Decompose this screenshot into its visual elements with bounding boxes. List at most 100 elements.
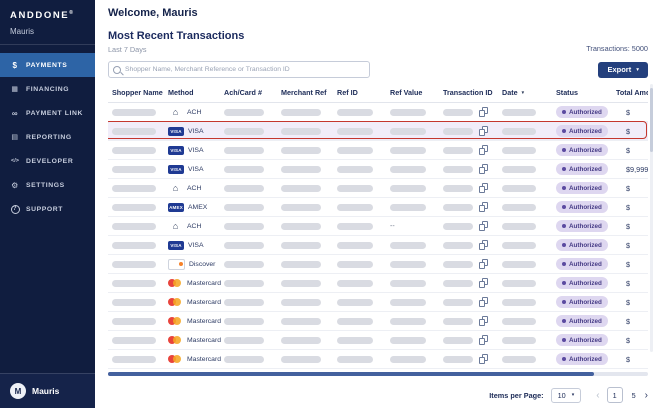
- copy-icon[interactable]: [479, 259, 488, 269]
- search-box[interactable]: [108, 61, 370, 78]
- column-header-shopper-name[interactable]: Shopper Name: [108, 88, 164, 97]
- transaction-id-placeholder: [443, 337, 473, 344]
- table-row[interactable]: ACH -- Authorized $: [108, 217, 648, 236]
- status-badge: Authorized: [556, 201, 608, 213]
- copy-icon[interactable]: [479, 240, 488, 250]
- sidebar-item-settings[interactable]: SETTINGS: [0, 173, 95, 197]
- status-badge: Authorized: [556, 315, 608, 327]
- column-header-method[interactable]: Method: [164, 88, 220, 97]
- column-header-date[interactable]: Date▼: [498, 88, 552, 97]
- column-header-label: Ach/Card #: [224, 88, 262, 97]
- prev-page-button[interactable]: ‹: [596, 390, 599, 401]
- ref-value-placeholder: [390, 337, 426, 344]
- date-placeholder: [502, 223, 536, 230]
- transaction-id-placeholder: [443, 318, 473, 325]
- table-row[interactable]: Mastercard Authorized $: [108, 293, 648, 312]
- sidebar-item-label: PAYMENTS: [26, 62, 67, 69]
- export-button[interactable]: Export ▾: [598, 62, 648, 78]
- ref-id-placeholder: [337, 356, 373, 363]
- method-label: ACH: [187, 109, 201, 116]
- ref-id-placeholder: [337, 261, 373, 268]
- column-header-ref-value[interactable]: Ref Value: [386, 88, 439, 97]
- column-header-label: Method: [168, 88, 194, 97]
- copy-icon[interactable]: [479, 297, 488, 307]
- amount-cell: $: [612, 184, 648, 193]
- status-dot-icon: [562, 262, 566, 266]
- column-header-ref-id[interactable]: Ref ID: [333, 88, 386, 97]
- table-row[interactable]: Mastercard Authorized $: [108, 350, 648, 369]
- status-dot-icon: [562, 224, 566, 228]
- pagination-bar: Items per Page: 10 ▾ ‹ 1 5 ›: [108, 387, 648, 403]
- copy-icon[interactable]: [479, 278, 488, 288]
- table-row[interactable]: Mastercard Authorized $: [108, 331, 648, 350]
- ref-id-placeholder: [337, 242, 373, 249]
- column-header-transaction-id[interactable]: Transaction ID: [439, 88, 498, 97]
- copy-icon[interactable]: [479, 335, 488, 345]
- table-row[interactable]: VISAVISA Authorized $: [108, 141, 648, 160]
- copy-icon[interactable]: [479, 221, 488, 231]
- table-row[interactable]: VISAVISA Authorized $: [108, 122, 648, 141]
- date-filter-caret-icon[interactable]: ▼: [521, 90, 525, 95]
- sidebar-user[interactable]: M Mauris: [0, 373, 95, 408]
- shopper-name-placeholder: [112, 318, 156, 325]
- copy-icon[interactable]: [479, 354, 488, 364]
- table-row[interactable]: ACH Authorized $: [108, 179, 648, 198]
- column-header-status[interactable]: Status: [552, 88, 612, 97]
- chevron-down-icon: ▾: [572, 392, 575, 398]
- vertical-scrollbar[interactable]: [650, 84, 653, 352]
- table-row[interactable]: VISAVISA Authorized $: [108, 236, 648, 255]
- brand-logo: ANDDONE®: [0, 0, 95, 21]
- page-1-button[interactable]: 1: [607, 387, 623, 403]
- copy-icon[interactable]: [479, 202, 488, 212]
- copy-icon[interactable]: [479, 164, 488, 174]
- items-per-page-label: Items per Page:: [489, 391, 543, 400]
- card-number-placeholder: [224, 356, 264, 363]
- transaction-id-placeholder: [443, 242, 473, 249]
- status-text: Authorized: [569, 185, 602, 192]
- payments-icon: [10, 61, 20, 70]
- table-row[interactable]: Mastercard Authorized $: [108, 274, 648, 293]
- page-5-button[interactable]: 5: [630, 391, 638, 400]
- status-badge: Authorized: [556, 239, 608, 251]
- sidebar-item-developer[interactable]: DEVELOPER: [0, 149, 95, 173]
- table-row[interactable]: Mastercard Authorized $: [108, 312, 648, 331]
- table-row[interactable]: AMEXAMEX Authorized $: [108, 198, 648, 217]
- sidebar-item-payments[interactable]: PAYMENTS: [0, 53, 95, 77]
- horizontal-scrollbar[interactable]: [108, 372, 648, 376]
- payment-link-icon: [10, 109, 20, 118]
- date-placeholder: [502, 147, 536, 154]
- copy-icon[interactable]: [479, 145, 488, 155]
- sidebar-item-support[interactable]: SUPPORT: [0, 197, 95, 221]
- column-header-total-amount[interactable]: Total Amount: [612, 88, 648, 97]
- search-input[interactable]: [125, 66, 369, 73]
- vertical-scrollbar-thumb[interactable]: [650, 88, 653, 152]
- status-text: Authorized: [569, 128, 602, 135]
- table-row[interactable]: Discover Authorized $: [108, 255, 648, 274]
- status-badge: Authorized: [556, 277, 608, 289]
- table-row[interactable]: ACH Authorized $: [108, 103, 648, 122]
- horizontal-scrollbar-thumb[interactable]: [108, 372, 594, 376]
- date-placeholder: [502, 109, 536, 116]
- ref-id-placeholder: [337, 318, 373, 325]
- table-row[interactable]: VISAVISA Authorized $9,999,999.99: [108, 160, 648, 179]
- sidebar-item-payment-link[interactable]: PAYMENT LINK: [0, 101, 95, 125]
- copy-icon[interactable]: [479, 316, 488, 326]
- status-dot-icon: [562, 186, 566, 190]
- items-per-page-select[interactable]: 10 ▾: [551, 388, 582, 403]
- next-page-button[interactable]: ›: [645, 390, 648, 401]
- shopper-name-placeholder: [112, 204, 156, 211]
- card-number-placeholder: [224, 223, 264, 230]
- status-badge: Authorized: [556, 258, 608, 270]
- card-number-placeholder: [224, 299, 264, 306]
- column-header-ach-card-[interactable]: Ach/Card #: [220, 88, 277, 97]
- merchant-ref-placeholder: [281, 242, 321, 249]
- column-header-merchant-ref[interactable]: Merchant Ref: [277, 88, 333, 97]
- copy-icon[interactable]: [479, 126, 488, 136]
- mastercard-icon: [168, 335, 183, 345]
- ref-value-placeholder: [390, 109, 426, 116]
- copy-icon[interactable]: [479, 183, 488, 193]
- sidebar-item-reporting[interactable]: REPORTING: [0, 125, 95, 149]
- copy-icon[interactable]: [479, 107, 488, 117]
- status-badge: Authorized: [556, 353, 608, 365]
- sidebar-item-financing[interactable]: FINANCING: [0, 77, 95, 101]
